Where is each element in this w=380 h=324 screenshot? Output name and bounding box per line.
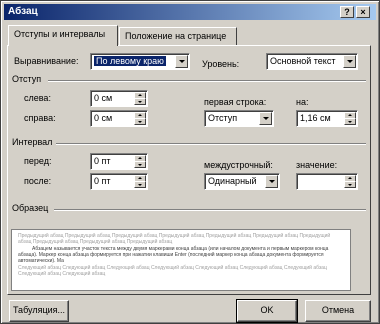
spin-buttons[interactable]	[344, 175, 356, 188]
spin-down-icon[interactable]	[134, 98, 146, 105]
level-value: Основной текст	[270, 56, 336, 66]
preview-group-label: Образец	[12, 203, 49, 213]
line-spacing-label: междустрочный:	[204, 160, 273, 170]
spacing-after-stepper[interactable]: 0 пт	[90, 173, 148, 190]
indent-by-stepper[interactable]: 1,16 см	[296, 110, 358, 127]
chevron-down-icon[interactable]	[259, 112, 272, 125]
indent-left-stepper[interactable]: 0 см	[90, 90, 148, 107]
spin-down-icon[interactable]	[134, 161, 146, 168]
tab-indents-spacing[interactable]: Отступы и интервалы	[8, 25, 118, 46]
ok-button[interactable]: OK	[236, 299, 298, 323]
paragraph-dialog: Абзац ? × Отступы и интервалы Положение …	[0, 0, 380, 324]
help-icon: ?	[344, 7, 350, 17]
preview-current-paragraph: Абзацем называется участок текста между …	[18, 246, 329, 264]
spacing-at-label: значение:	[296, 160, 338, 170]
indent-group-label: Отступ	[12, 74, 42, 84]
indent-right-stepper[interactable]: 0 см	[90, 110, 148, 127]
alignment-value: По левому краю	[94, 56, 166, 66]
line-spacing-select[interactable]: Одинарный	[204, 173, 280, 190]
alignment-label: Выравнивание:	[14, 56, 79, 66]
spin-buttons[interactable]	[134, 92, 146, 105]
spin-down-icon[interactable]	[134, 118, 146, 125]
spin-down-icon[interactable]	[134, 181, 146, 188]
spin-buttons[interactable]	[134, 155, 146, 168]
tab-label: Отступы и интервалы	[14, 29, 106, 39]
spacing-at-stepper[interactable]	[296, 173, 358, 190]
indent-left-value: 0 см	[94, 93, 113, 103]
spacing-after-label: после:	[24, 176, 52, 186]
alignment-select[interactable]: По левому краю	[90, 53, 190, 70]
spin-buttons[interactable]	[134, 175, 146, 188]
indent-by-label: на:	[296, 97, 309, 107]
indent-by-value: 1,16 см	[300, 113, 331, 123]
chevron-down-icon[interactable]	[343, 55, 356, 68]
spacing-before-value: 0 пт	[94, 156, 111, 166]
level-select[interactable]: Основной текст	[266, 53, 358, 70]
divider	[54, 209, 366, 211]
spacing-before-stepper[interactable]: 0 пт	[90, 153, 148, 170]
divider	[56, 143, 366, 145]
spacing-before-label: перед:	[24, 156, 52, 166]
title-bar: Абзац ? ×	[4, 4, 376, 20]
spin-buttons[interactable]	[344, 112, 356, 125]
spacing-group-label: Интервал	[12, 137, 53, 147]
ok-button-label: OK	[260, 305, 274, 315]
divider	[48, 80, 366, 82]
spacing-after-value: 0 пт	[94, 176, 111, 186]
chevron-down-icon[interactable]	[175, 55, 188, 68]
paragraph-preview: Предыдущий абзац Предыдущий абзац Предыд…	[11, 229, 351, 291]
preview-next-paragraph: Следующий абзац Следующий абзац Следующи…	[18, 265, 327, 277]
indent-left-label: слева:	[24, 93, 51, 103]
cancel-button[interactable]: Отмена	[305, 300, 371, 322]
cancel-button-label: Отмена	[321, 305, 355, 315]
first-line-value: Отступ	[208, 113, 238, 123]
line-spacing-value: Одинарный	[208, 176, 257, 186]
close-icon: ×	[360, 7, 366, 17]
preview-previous-paragraph: Предыдущий абзац Предыдущий абзац Предыд…	[18, 233, 331, 245]
tab-line-page-breaks[interactable]: Положение на странице	[119, 27, 237, 45]
indent-right-value: 0 см	[94, 113, 113, 123]
close-button[interactable]: ×	[356, 6, 370, 18]
spin-down-icon[interactable]	[344, 118, 356, 125]
level-label: Уровень:	[202, 59, 240, 69]
tabs-button-label: Табуляция...	[12, 305, 66, 315]
tab-label: Положение на странице	[125, 31, 227, 41]
spin-buttons[interactable]	[134, 112, 146, 125]
chevron-down-icon[interactable]	[265, 175, 278, 188]
first-line-label: первая строка:	[204, 97, 267, 107]
tabs-button[interactable]: Табуляция...	[9, 300, 69, 322]
dialog-title: Абзац	[8, 6, 38, 17]
indent-right-label: справа:	[24, 113, 56, 123]
help-button[interactable]: ?	[340, 6, 354, 18]
spin-down-icon[interactable]	[344, 181, 356, 188]
first-line-select[interactable]: Отступ	[204, 110, 274, 127]
